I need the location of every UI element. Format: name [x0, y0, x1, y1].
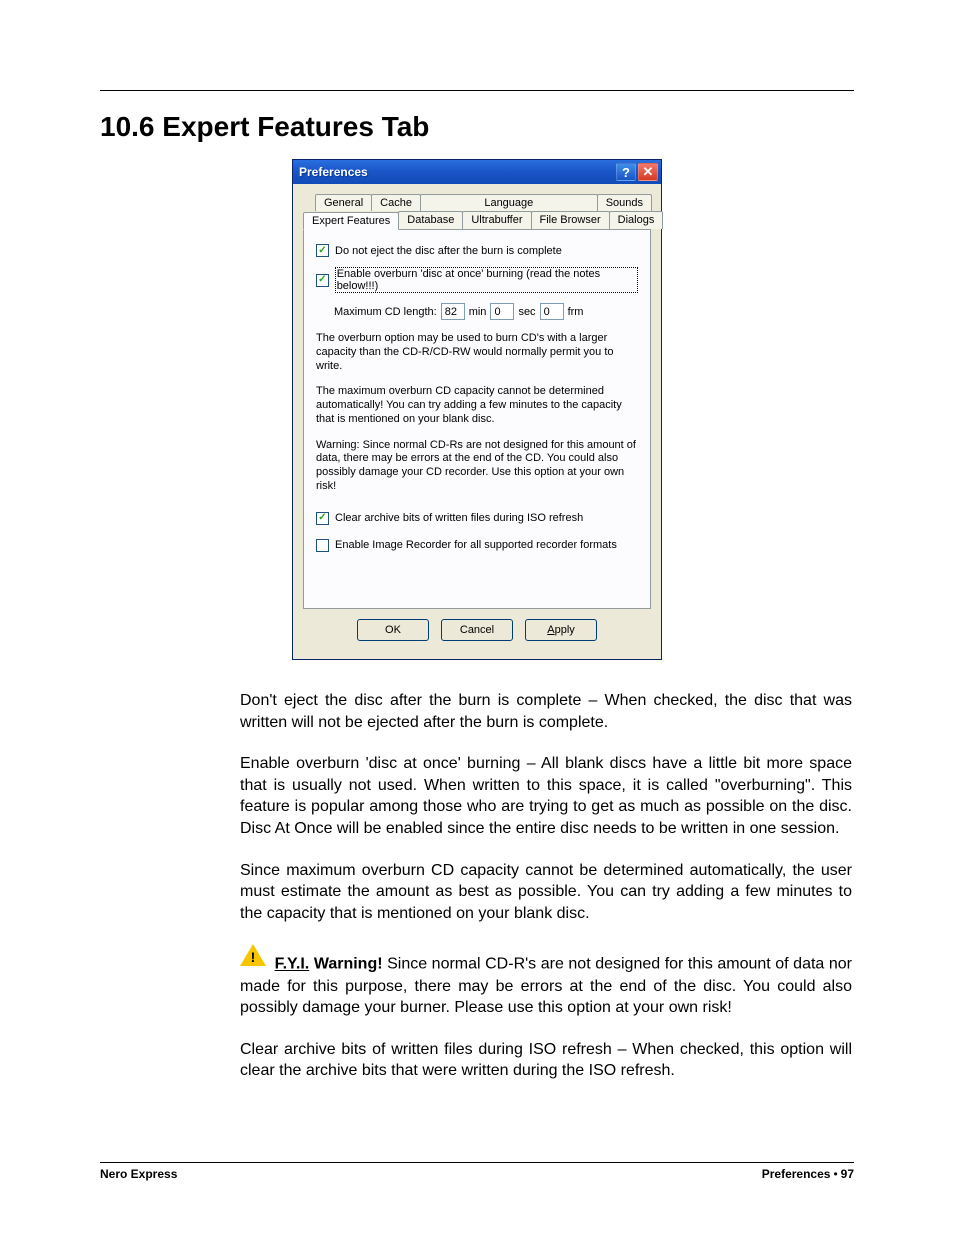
footer-left: Nero Express: [100, 1167, 177, 1181]
input-sec[interactable]: 0: [490, 303, 514, 320]
tab-database[interactable]: Database: [398, 211, 463, 229]
paragraph-no-eject: Don't eject the disc after the burn is c…: [240, 690, 852, 733]
note-warning: Warning: Since normal CD-Rs are not desi…: [316, 439, 638, 494]
tab-cache[interactable]: Cache: [371, 194, 421, 211]
paragraph-overburn: Enable overburn 'disc at once' burning –…: [240, 753, 852, 839]
paragraph-warning: F.Y.I. Warning! Since normal CD-R's are …: [240, 944, 852, 1018]
input-frm[interactable]: 0: [540, 303, 564, 320]
unit-sec: sec: [518, 306, 535, 318]
screenshot-container: Preferences ? ✕ General Cache Language S…: [100, 159, 854, 660]
titlebar-title: Preferences: [299, 165, 368, 179]
tab-panel: ✓ Do not eject the disc after the burn i…: [303, 229, 651, 609]
fyi-label: F.Y.I.: [275, 956, 310, 973]
titlebar: Preferences ? ✕: [293, 160, 661, 184]
paragraph-capacity: Since maximum overburn CD capacity canno…: [240, 860, 852, 925]
tab-general[interactable]: General: [315, 194, 372, 211]
help-button[interactable]: ?: [616, 163, 636, 181]
checkbox-archive-bits[interactable]: ✓: [316, 512, 329, 525]
tab-language[interactable]: Language: [420, 194, 598, 211]
tab-sounds[interactable]: Sounds: [597, 194, 652, 211]
tab-ultrabuffer[interactable]: Ultrabuffer: [462, 211, 531, 229]
section-heading: 10.6 Expert Features Tab: [100, 111, 854, 143]
footer-right: Preferences•97: [762, 1167, 854, 1181]
preferences-dialog: Preferences ? ✕ General Cache Language S…: [292, 159, 662, 660]
checkbox-overburn[interactable]: ✓: [316, 274, 329, 287]
close-button[interactable]: ✕: [638, 163, 658, 181]
page-footer: Nero Express Preferences•97: [100, 1162, 854, 1181]
tab-expert-features[interactable]: Expert Features: [303, 212, 399, 230]
tab-file-browser[interactable]: File Browser: [531, 211, 610, 229]
max-cd-length-label: Maximum CD length:: [334, 306, 437, 318]
max-cd-length-row: Maximum CD length: 82 min 0 sec 0 frm: [334, 303, 638, 320]
checkbox-overburn-label: Enable overburn 'disc at once' burning (…: [335, 267, 638, 293]
apply-button[interactable]: Apply: [525, 619, 597, 641]
ok-button[interactable]: OK: [357, 619, 429, 641]
note-overburn-capacity: The overburn option may be used to burn …: [316, 332, 638, 373]
warning-icon: [240, 944, 266, 973]
checkbox-no-eject[interactable]: ✓: [316, 244, 329, 257]
checkbox-image-recorder[interactable]: ✓: [316, 539, 329, 552]
checkbox-archive-label: Clear archive bits of written files duri…: [335, 512, 583, 524]
unit-frm: frm: [568, 306, 584, 318]
input-min[interactable]: 82: [441, 303, 465, 320]
warning-bold: Warning!: [314, 956, 383, 973]
tab-dialogs[interactable]: Dialogs: [609, 211, 664, 229]
unit-min: min: [469, 306, 487, 318]
note-cannot-determine: The maximum overburn CD capacity cannot …: [316, 385, 638, 426]
checkbox-no-eject-label: Do not eject the disc after the burn is …: [335, 245, 562, 257]
cancel-button[interactable]: Cancel: [441, 619, 513, 641]
checkbox-image-recorder-label: Enable Image Recorder for all supported …: [335, 539, 617, 551]
paragraph-archive: Clear archive bits of written files duri…: [240, 1039, 852, 1082]
